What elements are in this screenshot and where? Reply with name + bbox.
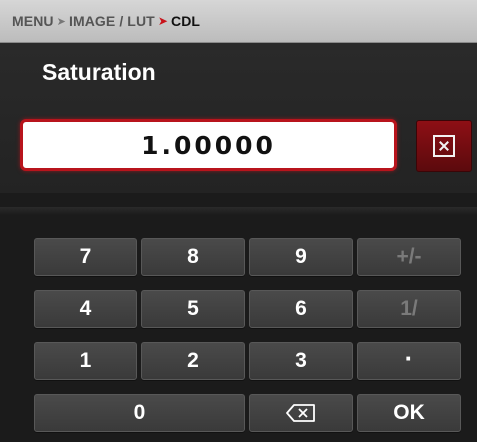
chevron-right-icon: ➤ bbox=[157, 14, 168, 28]
backspace-button[interactable] bbox=[249, 394, 353, 432]
value-input[interactable]: 1.00000 bbox=[20, 119, 397, 171]
key-7[interactable]: 7 bbox=[34, 238, 137, 276]
breadcrumb-menu[interactable]: MENU bbox=[12, 13, 54, 29]
key-3[interactable]: 3 bbox=[249, 342, 353, 380]
key-6[interactable]: 6 bbox=[249, 290, 353, 328]
page-title: Saturation bbox=[42, 59, 156, 85]
divider bbox=[0, 207, 477, 215]
key-5[interactable]: 5 bbox=[141, 290, 245, 328]
key-plus-minus[interactable]: +/- bbox=[357, 238, 461, 276]
breadcrumb-cdl: CDL bbox=[170, 13, 201, 29]
key-2[interactable]: 2 bbox=[141, 342, 245, 380]
breadcrumb-image-lut[interactable]: IMAGE / LUT bbox=[69, 13, 155, 29]
key-1[interactable]: 1 bbox=[34, 342, 137, 380]
key-reciprocal[interactable]: 1/ bbox=[357, 290, 461, 328]
key-9[interactable]: 9 bbox=[249, 238, 353, 276]
decimal-label: · bbox=[404, 343, 414, 373]
backspace-icon bbox=[286, 404, 316, 422]
key-8[interactable]: 8 bbox=[141, 238, 245, 276]
chevron-right-icon: ➤ bbox=[56, 15, 66, 28]
clear-x-icon bbox=[433, 135, 455, 157]
saturation-entry-screen: MENU ➤ IMAGE / LUT ➤ CDL Saturation 1.00… bbox=[0, 0, 477, 442]
value-entry-panel: Saturation 1.00000 bbox=[0, 43, 477, 193]
key-0[interactable]: 0 bbox=[34, 394, 245, 432]
breadcrumb: MENU ➤ IMAGE / LUT ➤ CDL bbox=[0, 0, 477, 43]
ok-button[interactable]: OK bbox=[357, 394, 461, 432]
key-4[interactable]: 4 bbox=[34, 290, 137, 328]
key-decimal[interactable]: · bbox=[357, 342, 461, 380]
clear-button[interactable] bbox=[416, 120, 472, 172]
